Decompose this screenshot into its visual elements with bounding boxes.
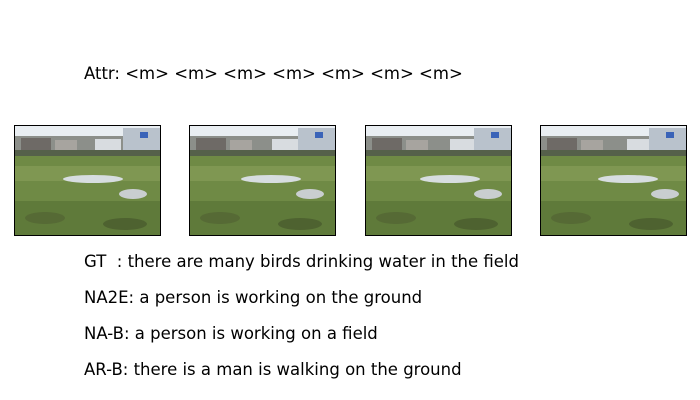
frame-1 [14,125,161,236]
frame-4 [540,125,687,236]
ar-b-caption: AR-B: there is a man is walking on the g… [84,360,462,379]
ground-truth-caption: GT : there are many birds drinking water… [84,252,519,271]
attribute-tokens-line: Attr: <m> <m> <m> <m> <m> <m> <m> [84,64,463,83]
frame-2 [189,125,336,236]
frame-3 [365,125,512,236]
na2e-caption: NA2E: a person is working on the ground [84,288,423,307]
na-b-caption: NA-B: a person is working on a field [84,324,378,343]
